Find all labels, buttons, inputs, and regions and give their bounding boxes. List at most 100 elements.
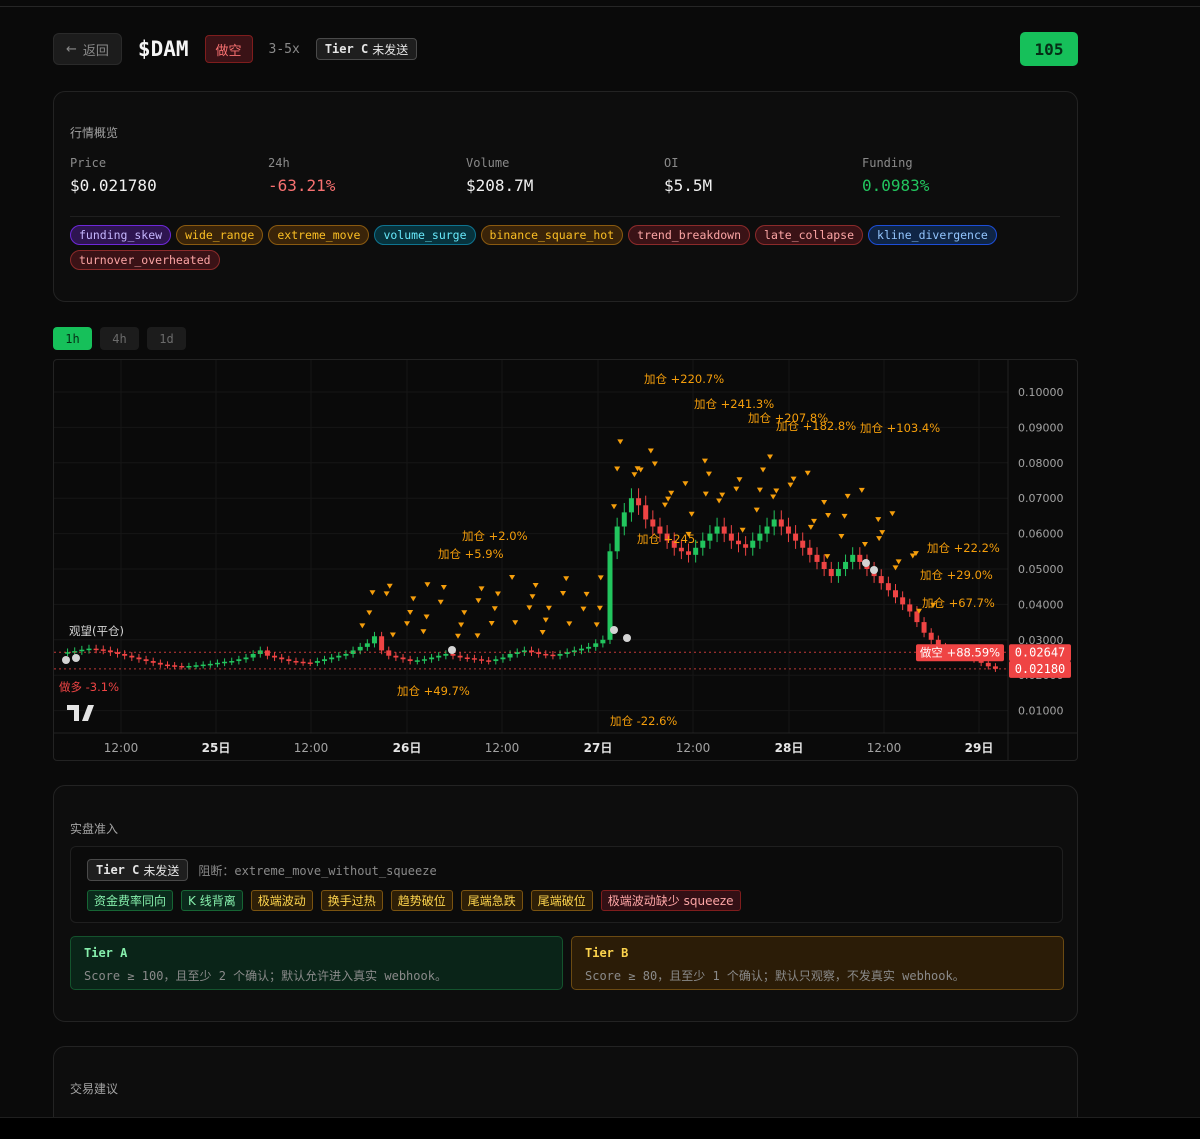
trade-annotation: 加仓 +241.3% xyxy=(694,397,774,411)
tab-4h[interactable]: 4h xyxy=(100,327,139,350)
signal-arrow-icon xyxy=(838,534,845,539)
score-badge: 105 xyxy=(1020,32,1078,66)
tier-status: 未发送 xyxy=(143,863,180,878)
tradingview-logo-mark-icon xyxy=(67,705,94,721)
block-reason: 阻断：extreme_move_without_squeeze xyxy=(198,862,436,879)
candle-body xyxy=(843,561,849,569)
signal-arrow-icon xyxy=(719,492,726,498)
tier-a-title: Tier A xyxy=(84,946,128,960)
tier-a-box: Tier A Score ≥ 100，且至少 2 个确认；默认允许进入真实 we… xyxy=(70,936,563,990)
signal-arrow-icon xyxy=(560,590,567,596)
x-tick-label: 28日 xyxy=(775,741,804,755)
candle-body xyxy=(693,547,699,555)
x-tick-label: 12:00 xyxy=(485,741,520,755)
chart-canvas[interactable]: 0.10000 0.09000 0.08000 0.07000 0.06000 0.050… xyxy=(54,360,1078,761)
y-tick-label: 0.01000 xyxy=(1018,705,1064,718)
candle-body xyxy=(728,533,734,541)
tab-1d[interactable]: 1d xyxy=(147,327,186,350)
watch-dot-icon xyxy=(62,656,70,664)
candle-body xyxy=(471,658,477,660)
signal-arrow-icon xyxy=(583,591,590,597)
signal-arrow-icon xyxy=(702,491,709,497)
tier-status: 未发送 xyxy=(372,42,409,57)
candle-body xyxy=(707,533,713,541)
stats-row: Price $0.021780 24h -63.21% Volume $208.… xyxy=(70,156,1060,195)
candle-body xyxy=(243,657,249,660)
candle-body xyxy=(885,583,891,591)
tag-binance-square-hot: binance_square_hot xyxy=(480,225,624,245)
y-tick-label: 0.05000 xyxy=(1018,563,1064,576)
stat-funding: Funding 0.0983% xyxy=(862,156,1060,195)
candle-body xyxy=(279,657,285,660)
candle-body xyxy=(436,655,442,658)
candle-body xyxy=(578,648,584,651)
candle-body xyxy=(628,498,634,513)
signal-arrow-icon xyxy=(688,511,695,517)
stat-value: 0.0983% xyxy=(862,176,930,195)
y-tick-label: 0.10000 xyxy=(1018,386,1064,399)
chip-no-squeeze: 极端波动缺少 squeeze xyxy=(600,890,741,911)
candle-body xyxy=(557,653,563,656)
page-header: ← 返回 $DAM 做空 3-5x Tier C 未发送 105 xyxy=(53,32,1078,66)
chip-extreme-volatility: 极端波动 xyxy=(250,890,313,911)
candle-body xyxy=(586,646,592,649)
candle-body xyxy=(750,540,756,548)
price-line-label: 0.02647 xyxy=(1015,645,1066,659)
gate-status-panel: Tier C 未发送 阻断：extreme_move_without_squee… xyxy=(70,846,1063,923)
tag-turnover-overheated: turnover_overheated xyxy=(70,250,220,270)
candle-body xyxy=(735,540,741,545)
price-line-label: 0.02180 xyxy=(1015,662,1066,676)
signal-arrow-icon xyxy=(386,583,393,589)
candle-body xyxy=(828,569,834,577)
watch-dot-icon xyxy=(862,559,870,567)
tab-1h[interactable]: 1h xyxy=(53,327,92,350)
stat-oi: OI $5.5M xyxy=(664,156,862,195)
live-gate-card: 实盘准入 Tier C 未发送 阻断：extreme_move_without_… xyxy=(53,785,1078,1022)
signal-arrow-icon xyxy=(753,507,760,513)
candle-body xyxy=(186,665,192,668)
x-tick-label: 12:00 xyxy=(294,741,329,755)
candle-body xyxy=(607,551,613,640)
price-chart[interactable]: 0.10000 0.09000 0.08000 0.07000 0.06000 0.050… xyxy=(53,359,1078,761)
tag-wide-range: wide_range xyxy=(176,225,264,245)
bottom-bar xyxy=(0,1117,1200,1139)
candle-body xyxy=(357,646,363,651)
candle-body xyxy=(379,636,385,651)
candle-body xyxy=(764,526,770,534)
candle-body xyxy=(778,519,784,527)
candle-body xyxy=(893,590,899,598)
top-divider xyxy=(0,6,1200,7)
stat-price: Price $0.021780 xyxy=(70,156,268,195)
tier-badge: Tier C 未发送 xyxy=(315,38,418,60)
signal-arrow-icon xyxy=(668,490,675,496)
stat-label: OI xyxy=(664,156,679,170)
candle-body xyxy=(650,519,656,527)
stat-value: $0.021780 xyxy=(70,176,157,195)
back-button[interactable]: ← 返回 xyxy=(53,33,122,65)
candle-body xyxy=(457,655,463,658)
signal-arrow-icon xyxy=(631,472,638,478)
candle-body xyxy=(486,660,492,662)
stat-label: Price xyxy=(70,156,107,170)
candle-body xyxy=(136,657,142,660)
candle-body xyxy=(236,659,242,662)
signal-arrow-icon xyxy=(804,470,811,476)
signal-arrow-icon xyxy=(807,524,814,530)
signal-arrow-icon xyxy=(889,511,896,517)
candle-body xyxy=(593,643,599,647)
signal-arrow-icon xyxy=(404,621,411,627)
signal-arrow-icon xyxy=(787,482,794,488)
signal-arrow-icon xyxy=(716,498,723,504)
candle-body xyxy=(721,526,727,534)
signal-arrow-icon xyxy=(858,487,865,493)
signal-arrow-icon xyxy=(407,610,414,616)
signal-arrow-icon xyxy=(739,527,746,533)
advice-title: 交易建议 xyxy=(70,1082,119,1096)
tag-late-collapse: late_collapse xyxy=(755,225,864,245)
signal-arrow-icon xyxy=(821,500,828,505)
chip-turnover-overheat: 换手过热 xyxy=(320,890,383,911)
candle-body xyxy=(250,653,256,658)
tier-b-desc: Score ≥ 80，且至少 1 个确认；默认只观察，不发真实 webhook。 xyxy=(585,969,965,983)
signal-arrow-icon xyxy=(875,517,882,523)
candle-body xyxy=(421,659,427,661)
